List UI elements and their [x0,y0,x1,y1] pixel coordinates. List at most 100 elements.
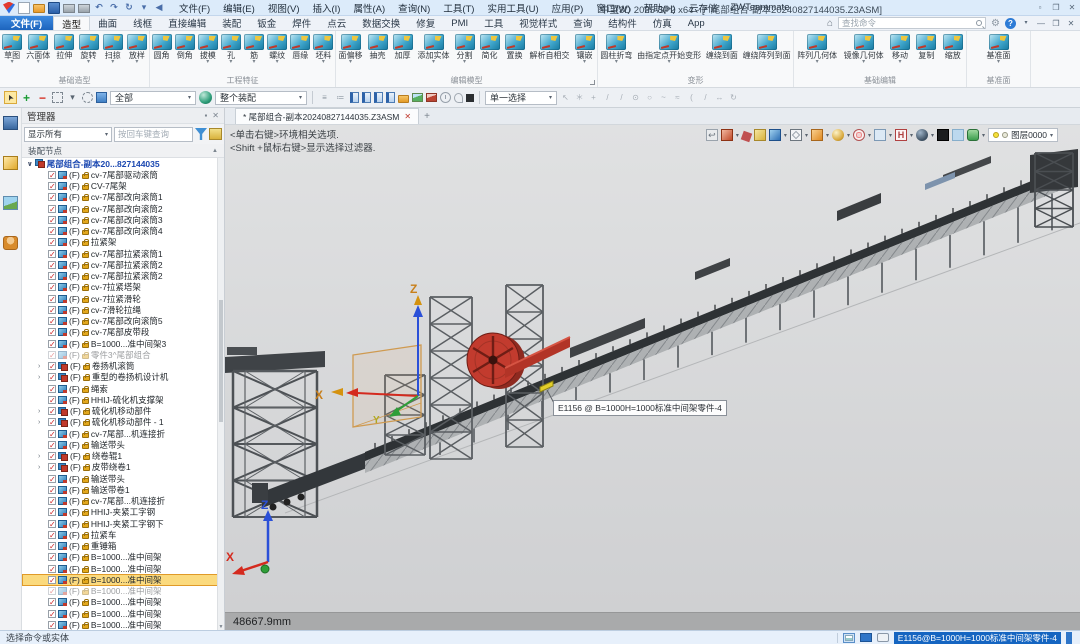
checkbox[interactable] [48,351,56,359]
display-mode-icon[interactable] [811,129,823,141]
checkbox[interactable] [48,272,56,280]
rotate-hand-icon[interactable]: ↻ [728,93,739,102]
window-select-icon[interactable] [52,92,63,103]
ribbon-item-螺纹[interactable]: 螺纹▾ [266,33,288,66]
anchor-component-icon[interactable] [374,92,383,103]
card-toggle-icon[interactable] [877,633,889,642]
checkbox[interactable] [48,418,56,426]
checkbox[interactable] [48,216,56,224]
open-file-icon[interactable] [33,4,45,13]
tree-item-38[interactable]: (F)B=1000...准中间架 [22,597,224,608]
tree-item-31[interactable]: (F)HHIJ-夹紧工字钢下 [22,518,224,529]
tree-item-36[interactable]: (F)B=1000...准中间架 [22,574,224,585]
tab-App[interactable]: App [680,16,713,30]
tree-item-30[interactable]: (F)HHIJ-夹紧工字钢 [22,507,224,518]
ribbon-item-草图[interactable]: 草图▾ [1,33,23,66]
tree-item-32[interactable]: (F)拉紧车 [22,529,224,540]
scrollbar-thumb[interactable] [219,300,223,423]
expand-icon[interactable]: › [38,408,40,415]
shadow-icon[interactable] [916,129,928,141]
menu-item-6[interactable]: 工具(T) [437,1,480,15]
stereo-view-icon-dropdown[interactable]: ▾ [982,132,985,139]
tab-PMI[interactable]: PMI [443,16,476,30]
tab-查询[interactable]: 查询 [565,16,600,30]
checkbox[interactable] [48,553,56,561]
checkbox[interactable] [48,475,56,483]
tree-item-22[interactable]: ›(F)硫化机移动部件 - 1 [22,417,224,428]
checkbox[interactable] [48,508,56,516]
tree-item-40[interactable]: (F)B=1000...准中间架 [22,619,224,630]
ribbon-item-拔模[interactable]: 拔模▾ [197,33,219,66]
shade-mode-icon-dropdown[interactable]: ▾ [784,132,787,139]
tab-装配[interactable]: 装配 [214,16,249,30]
ribbon-item-圆角[interactable]: 圆角 [151,33,173,66]
center-snap-icon[interactable]: ⊙ [630,93,641,102]
expand-icon[interactable]: › [38,464,40,471]
regen-dropdown-icon[interactable]: ▾ [138,2,150,14]
pick-arrow-icon[interactable]: ↖ [560,93,571,102]
animation-icon[interactable] [426,93,437,102]
display-mode-icon-dropdown[interactable]: ▾ [826,132,829,139]
checkbox[interactable] [48,227,56,235]
tree-item-37[interactable]: (F)B=1000...准中间架 [22,586,224,597]
grid-toggle-icon[interactable] [843,633,855,643]
checkbox[interactable] [48,452,56,460]
ribbon-item-简化[interactable]: 简化 [479,33,501,66]
tab-视觉样式[interactable]: 视觉样式 [511,16,565,30]
wireframe-mode-icon[interactable] [790,129,802,141]
ribbon-item-镶嵌[interactable]: 镶嵌▾ [574,33,596,66]
checkbox[interactable] [48,250,56,258]
ribbon-item-圆柱折弯[interactable]: 圆柱折弯▾ [599,33,633,66]
smart-pick-icon[interactable]: ＊ [574,92,585,103]
ribbon-item-旋转[interactable]: 旋转▾ [78,33,100,66]
show-constraints-icon[interactable]: ≡ [318,91,331,104]
menu-item-3[interactable]: 插入(I) [306,1,346,15]
remove-select-icon[interactable]: − [36,91,49,104]
appearance-icon[interactable] [721,129,733,141]
tab-钣金[interactable]: 钣金 [249,16,284,30]
new-tab-button[interactable]: + [419,108,435,124]
checkbox[interactable] [48,205,56,213]
part-callout[interactable]: E1156 @ B=1000H=1000标准中间架零件-4 [553,400,727,416]
tree-item-10[interactable]: (F)cv-7拉紧塔架 [22,282,224,293]
checkbox[interactable] [48,610,56,618]
tab-结构件[interactable]: 结构件 [600,16,645,30]
ribbon-item-拉伸[interactable]: 拉伸 [53,33,75,66]
checkbox[interactable] [48,373,56,381]
tree-item-18[interactable]: ›(F)重型的卷扬机设计机 [22,372,224,383]
ribbon-item-孔[interactable]: 孔▾ [220,33,242,66]
tree-item-16[interactable]: (F)零件3^尾部组合 [22,349,224,360]
hide-constraints-icon[interactable]: ≔ [334,91,347,104]
tree-item-17[interactable]: ›(F)卷扬机滚筒 [22,361,224,372]
graphics-area[interactable]: <单击右键>环境相关选项. <Shift +鼠标右键>显示选择过滤器. ↩▾▾▾… [225,125,1080,612]
ribbon-item-缩放[interactable]: 缩放 [942,33,964,66]
shadow-icon-dropdown[interactable]: ▾ [931,132,934,139]
undo-icon[interactable]: ↶ [93,2,105,14]
menu-item-5[interactable]: 查询(N) [392,1,436,15]
tree-item-33[interactable]: (F)重锤箱 [22,541,224,552]
tree-item-2[interactable]: (F)cv-7尾部改向滚筒1 [22,192,224,203]
checkbox[interactable] [48,238,56,246]
tree-item-27[interactable]: (F)输送带头 [22,473,224,484]
render-mode-icon-dropdown[interactable]: ▾ [847,132,850,139]
ribbon-item-放样[interactable]: 放样▾ [126,33,148,66]
expand-icon[interactable]: › [38,419,40,426]
restore-icon[interactable]: ❐ [1051,3,1061,12]
curve-snap-icon[interactable]: ≈ [672,93,683,102]
ribbon-item-解析自相交[interactable]: 解析自相交 [529,33,571,66]
window-display-icon[interactable] [874,129,886,141]
expand-icon[interactable]: › [38,374,40,381]
ribbon-item-缠绕阵列到面[interactable]: 缠绕阵列到面 [742,33,792,66]
tree-item-25[interactable]: ›(F)绕卷辊1 [22,451,224,462]
checkbox[interactable] [48,295,56,303]
tree-root[interactable]: ∨尾部组合-副本20...827144035 [22,158,224,169]
ribbon-item-复制[interactable]: 复制 [915,33,937,66]
history-icon[interactable] [440,92,451,103]
file-menu-button[interactable]: 文件(F) [0,16,53,30]
checkbox[interactable] [48,182,56,190]
tree-item-28[interactable]: (F)输送带卷1 [22,484,224,495]
checkbox[interactable] [48,463,56,471]
folder-icon[interactable] [398,95,409,103]
pin-icon[interactable]: ▪ [204,111,207,120]
minimize-icon[interactable]: ▫ [1035,3,1045,12]
